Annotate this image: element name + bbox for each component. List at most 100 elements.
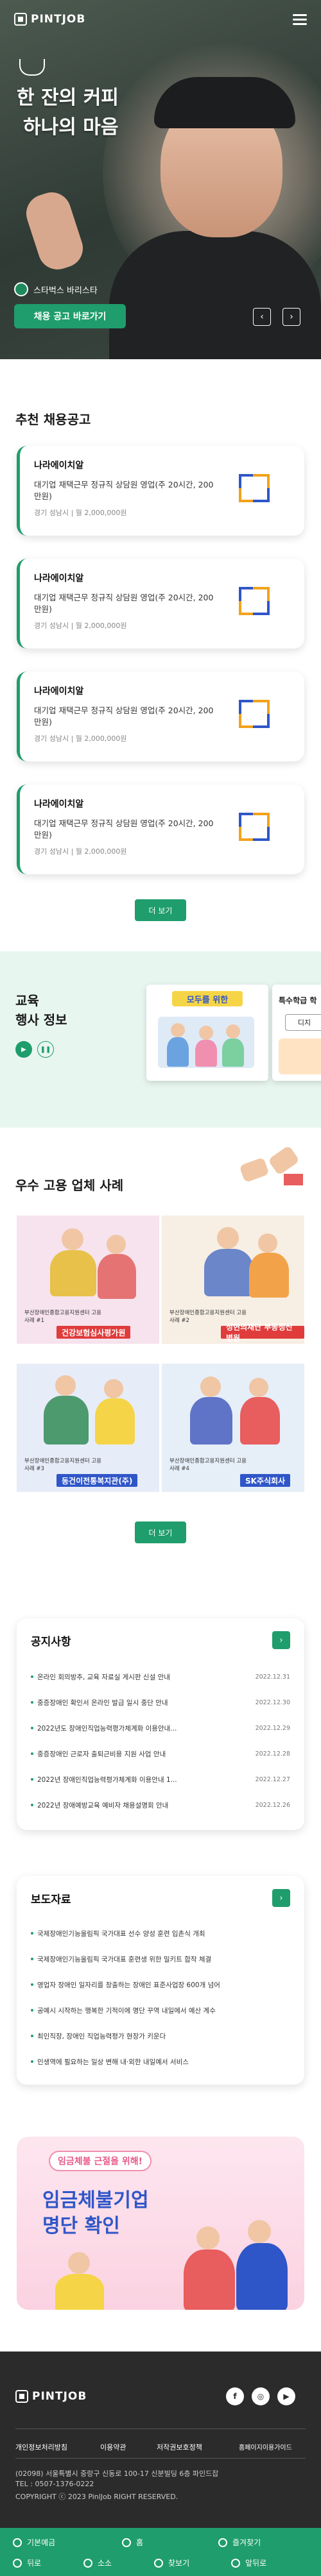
bottom-nav-label: 홈 [136, 2538, 144, 2547]
press-row[interactable]: 공예시 시작하는 행복한 기적이에 명단 꾸역 내일에서 예산 계수 [31, 2002, 290, 2019]
event-poster-2[interactable]: 특수학급 학 디지 [272, 985, 321, 1081]
hamburger-menu-icon[interactable] [293, 14, 307, 26]
employer-case-tile[interactable]: 부산장애인종합고용지원센터 고용사례 #3 동건이전통복지관(주) [17, 1364, 159, 1492]
job-posting-cta-button[interactable]: 채용 공고 바로가기 [14, 304, 126, 328]
company-logo-icon [239, 474, 280, 507]
notice-more-button[interactable]: › [272, 1631, 290, 1649]
press-row[interactable]: 국제장애인기능올림픽 국가대표 선수 양성 훈련 입촌식 개최 [31, 1925, 290, 1942]
job-card[interactable]: 나라에이치알 대기업 재택근무 정규직 상담원 영업(주 20시간, 200만원… [17, 784, 304, 874]
education-events-title: 교육 행사 정보 [15, 991, 67, 1030]
press-row[interactable]: 국제장애인기능올림픽 국가대표 훈련생 위한 밀키트 합작 체결 [31, 1951, 290, 1967]
notice-row[interactable]: 중증장애인 근로자 출퇴근비용 지원 사업 안내 2022.12.28 [31, 1745, 290, 1762]
bottom-nav-label: 앞뒤로 [245, 2559, 267, 2568]
circle-icon [13, 2538, 22, 2547]
bottom-nav-label: 즐겨찾기 [232, 2538, 261, 2547]
notice-row[interactable]: 2022년도 장애인직업능력평가체계화 이용안내... 2022.12.29 [31, 1720, 290, 1736]
job-meta: 경기 성남시 | 월 2,000,000원 [34, 622, 127, 630]
press-more-button[interactable]: › [272, 1889, 290, 1907]
press-row[interactable]: 인생역에 필요하는 일상 변해 내·외한 내일예서 서비스 [31, 2053, 290, 2070]
star-icon [218, 2538, 227, 2547]
job-title: 대기업 재택근무 정규직 상담원 영업(주 20시간, 200만원) [34, 593, 214, 614]
bottom-nav-home[interactable]: 홈 [122, 2537, 143, 2548]
notice-row-title: 2022년 장애예방교육 예비자 채용설명회 안내 [31, 1801, 168, 1810]
banner-illustration-right [177, 2220, 293, 2310]
terms-link[interactable]: 이용약관 [100, 2442, 126, 2452]
instagram-icon[interactable]: ◎ [252, 2387, 270, 2405]
poster-2-illustration [279, 1038, 321, 1074]
footer-logo-text: PINTJOB [32, 2390, 87, 2403]
bottom-nav-favorites[interactable]: 즐겨찾기 [218, 2537, 261, 2548]
facebook-icon[interactable]: f [226, 2387, 244, 2405]
site-guide-link[interactable]: 홈페이지이용가이드 [239, 2442, 292, 2452]
press-row[interactable]: 영업자 장애인 일자리를 창출하는 장애인 표준사업장 600개 넘어 [31, 1976, 290, 1993]
footer-copyright: COPYRIGHT ⓒ 2023 PinlJob RIGHT RESERVED. [15, 2493, 178, 2501]
notice-row[interactable]: 2022년 장애예방교육 예비자 채용설명회 안내 2022.12.26 [31, 1797, 290, 1813]
play-button[interactable]: ▶ [15, 1041, 32, 1058]
employer-case-tile[interactable]: 부산장애인종합고용지원센터 고용사례 #2 성현의재단 부동정신병원 [162, 1216, 304, 1344]
wage-arrears-banner[interactable]: 임금체불 근절을 위해! 임금체불기업 명단 확인 [17, 2137, 304, 2310]
footer-logo[interactable]: PINTJOB [15, 2390, 87, 2403]
hero-line-2: 하나의 마음 [23, 116, 119, 139]
edu-title-line-2: 행사 정보 [15, 1012, 67, 1028]
event-poster-1[interactable]: 모두를 위한 [146, 985, 268, 1081]
company-logo-icon [14, 282, 28, 296]
poster-1-illustration [158, 1017, 254, 1068]
bottom-nav-back[interactable]: 뒤로 [13, 2557, 41, 2568]
hero-banner: PINTJOB 한 잔의 커피 하나의 마음 스타벅스 바리스타 채용 공고 바… [0, 0, 321, 359]
company-logo-icon [239, 587, 280, 620]
notice-row[interactable]: 온라인 회의방추, 교육 자료실 게시판 신설 안내 2022.12.31 [31, 1668, 290, 1685]
bottom-nav-label: 기본예금 [27, 2538, 56, 2547]
job-card[interactable]: 나라에이치알 대기업 재택근무 정규직 상담원 영업(주 20시간, 200만원… [17, 672, 304, 761]
notice-row-title: 2022년 장애인직업능력평가체계화 이용안내 1... [31, 1775, 177, 1784]
employer-case-tile[interactable]: 부산장애인종합고용지원센터 고용사례 #4 SK주식회사 [162, 1364, 304, 1492]
prev-slide-button[interactable]: ‹ [253, 308, 271, 326]
search-icon [154, 2558, 163, 2568]
notice-row[interactable]: 중증장애인 확인서 온라인 발급 일시 중단 안내 2022.12.30 [31, 1694, 290, 1711]
employer-name-label: SK주식회사 [240, 1474, 291, 1487]
excellent-employers-title: 우수 고용 업체 사례 [15, 1178, 124, 1193]
employer-case-tile[interactable]: 부산장애인종합고용지원센터 고용사례 #1 건강보험심사평가원 [17, 1216, 159, 1344]
pause-button[interactable]: ❚❚ [37, 1041, 54, 1058]
coffee-cup-icon [19, 59, 45, 76]
employers-more-button[interactable]: 더 보기 [135, 1521, 186, 1543]
next-slide-button[interactable]: › [282, 308, 300, 326]
jobs-more-button[interactable]: 더 보기 [135, 899, 186, 921]
press-title: 보도자료 [31, 1894, 71, 1906]
youtube-icon[interactable]: ▶ [277, 2387, 295, 2405]
employer-case-caption: 부산장애인종합고용지원센터 고용사례 #3 [24, 1458, 102, 1472]
press-row-title: 인생역에 필요하는 일상 변해 내·외한 내일예서 서비스 [31, 2057, 189, 2067]
press-row-title: 국제장애인기능올림픽 국가대표 훈련생 위한 밀키트 합작 체결 [31, 1954, 211, 1964]
site-footer: PINTJOB f ◎ ▶ 개인정보처리방침 이용약관 저작권보호정책 홈페이지… [0, 2351, 321, 2528]
bottom-nav-search[interactable]: 찾보기 [154, 2557, 189, 2568]
notice-row[interactable]: 2022년 장애인직업능력평가체계화 이용안내 1... 2022.12.27 [31, 1771, 290, 1788]
footer-tel: TEL : 0507-1376-0222 [15, 2480, 94, 2488]
copyright-policy-link[interactable]: 저작권보호정책 [157, 2442, 202, 2452]
forward-icon [231, 2558, 240, 2568]
job-company: 나라에이치알 [34, 573, 84, 584]
bottom-nav-forward[interactable]: 앞뒤로 [231, 2557, 266, 2568]
hero-badge-text: 스타벅스 바리스타 [33, 285, 98, 296]
employer-name-label: 성현의재단 부동정신병원 [221, 1323, 304, 1343]
poster-2-title: 특수학급 학 [279, 996, 317, 1005]
press-row[interactable]: 최인직장, 장애인 직업능력평가 현장가 키운다 [31, 2028, 290, 2044]
job-card[interactable]: 나라에이치알 대기업 재택근무 정규직 상담원 영업(주 20시간, 200만원… [17, 559, 304, 648]
job-card[interactable]: 나라에이치알 대기업 재택근무 정규직 상담원 영업(주 20시간, 200만원… [17, 446, 304, 536]
chevron-left-icon: ‹ [260, 312, 264, 322]
notice-row-title: 온라인 회의방추, 교육 자료실 게시판 신설 안내 [31, 1672, 170, 1682]
chevron-right-icon: › [279, 1635, 283, 1645]
chevron-right-icon: › [290, 312, 293, 322]
footer-address: (02098) 서울특별시 중랑구 신동로 100-17 신분빌딩 6층 파인드… [15, 2470, 219, 2478]
site-logo[interactable]: PINTJOB [14, 13, 85, 26]
notice-panel: 공지사항 › 온라인 회의방추, 교육 자료실 게시판 신설 안내 2022.12… [17, 1618, 304, 1830]
bottom-nav-basic[interactable]: 기본예금 [13, 2537, 55, 2548]
education-events-section: 교육 행사 정보 ▶ ❚❚ 모두를 위한 특수학급 학 디지 [0, 951, 321, 1128]
notice-row-date: 2022.12.27 [255, 1775, 290, 1783]
employer-name-label: 동건이전통복지관(주) [56, 1474, 138, 1487]
hero-badge: 스타벅스 바리스타 [14, 282, 98, 296]
notice-row-title: 중증장애인 근로자 출퇴근비용 지원 사업 안내 [31, 1749, 166, 1759]
bottom-nav-small[interactable]: 소소 [83, 2557, 112, 2568]
hero-photo-hand [21, 187, 88, 275]
notice-row-date: 2022.12.29 [255, 1724, 290, 1732]
chevron-right-icon: › [279, 1893, 283, 1903]
privacy-policy-link[interactable]: 개인정보처리방침 [15, 2442, 67, 2452]
